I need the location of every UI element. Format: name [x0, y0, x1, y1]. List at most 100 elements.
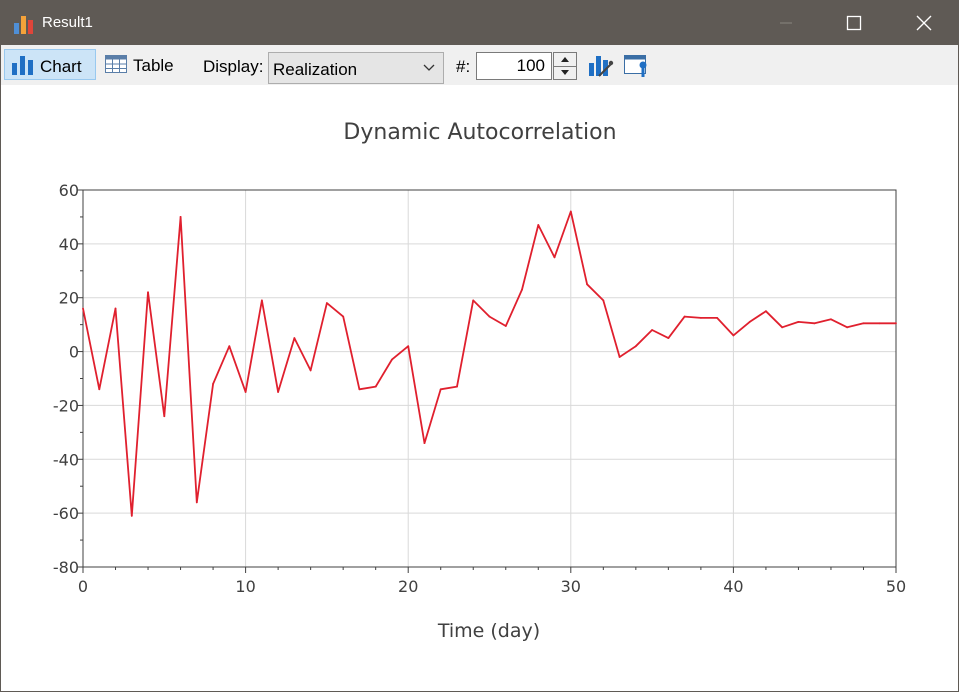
data-point [618, 356, 621, 358]
y-tick-label: -20 [53, 396, 79, 415]
display-label: Display: [203, 57, 264, 76]
data-point [813, 322, 816, 325]
data-point [82, 307, 84, 310]
maximize-icon [846, 15, 862, 31]
data-point [244, 391, 247, 393]
data-point [878, 322, 881, 325]
data-point [228, 345, 231, 348]
data-point [439, 388, 442, 391]
data-point [797, 321, 800, 323]
x-tick-label: 30 [561, 577, 581, 596]
data-point [407, 345, 410, 348]
result-window: Result1 Chart Table Display: #: Realizat… [0, 0, 959, 692]
data-point [504, 325, 507, 327]
bar-chart-icon [14, 16, 33, 34]
data-point [586, 283, 588, 286]
table-icon [105, 55, 127, 73]
data-point [521, 288, 523, 291]
spin-up-icon [561, 57, 569, 62]
bar-chart-icon [12, 56, 33, 75]
data-point [895, 322, 897, 325]
chart-title: Dynamic Autocorrelation [343, 120, 616, 145]
maximize-button[interactable] [824, 1, 884, 45]
data-point [391, 358, 393, 361]
plot-frame [82, 189, 897, 568]
data-point [537, 224, 540, 226]
chart-ticks: 0 10 20 30 40 50 60 40 20 0 -20 -40 -60 -80 [53, 181, 906, 596]
data-point [553, 256, 556, 259]
data-point [651, 329, 653, 331]
spin-up-button[interactable] [554, 53, 576, 67]
y-tick-label: 60 [59, 181, 79, 200]
chevron-down-icon [423, 64, 435, 71]
data-point [748, 321, 751, 323]
data-point [488, 315, 491, 318]
data-point [260, 299, 263, 302]
data-point [423, 442, 426, 445]
chart-view-button[interactable]: Chart [4, 49, 96, 80]
y-tick-label: 20 [59, 289, 79, 308]
data-point [277, 391, 280, 393]
data-point [98, 388, 101, 391]
data-point [830, 318, 832, 321]
data-point [683, 315, 686, 318]
data-point [862, 322, 865, 325]
chart-grid [82, 189, 897, 568]
data-point [195, 501, 198, 504]
table-button-label: Table [133, 56, 174, 75]
data-point [293, 337, 296, 340]
realization-number-spinner[interactable] [553, 52, 577, 80]
chart-series [82, 210, 897, 517]
data-point [163, 415, 166, 418]
data-point [309, 369, 312, 372]
data-point [699, 317, 702, 319]
data-point [781, 326, 784, 329]
x-tick-label: 20 [398, 577, 418, 596]
minimize-icon [780, 22, 792, 24]
realization-number-input[interactable] [476, 52, 552, 80]
x-tick-label: 40 [723, 577, 743, 596]
data-point [342, 315, 345, 318]
x-axis-label: Time (day) [437, 620, 540, 642]
autocorrelation-chart: Dynamic Autocorrelation 0 10 20 30 40 50 60 40 2… [53, 120, 906, 642]
data-point [456, 385, 458, 388]
data-point [765, 310, 767, 313]
display-dropdown[interactable]: Realization [268, 52, 444, 84]
x-tick-label: 0 [78, 577, 88, 596]
y-tick-label: -60 [53, 504, 79, 523]
chart-button-label: Chart [40, 57, 82, 76]
y-tick-label: 40 [59, 235, 79, 254]
data-point [569, 210, 572, 213]
close-button[interactable] [894, 1, 954, 45]
y-tick-label: -40 [53, 450, 79, 469]
window-properties-icon[interactable] [622, 51, 650, 79]
realization-number-label: #: [456, 57, 471, 76]
data-point [716, 317, 719, 319]
data-point [846, 326, 849, 329]
data-point [374, 385, 377, 388]
x-tick-label: 50 [886, 577, 906, 596]
title-bar[interactable]: Result1 [1, 1, 958, 45]
close-icon [916, 15, 932, 31]
spin-down-button[interactable] [554, 66, 576, 79]
chart-area: Dynamic Autocorrelation 0 10 20 30 40 50 60 40 2… [1, 85, 958, 691]
data-point [634, 345, 637, 348]
data-point [326, 302, 328, 304]
data-point [147, 291, 149, 294]
data-point [732, 334, 735, 337]
data-point [212, 382, 214, 385]
data-point [472, 299, 475, 302]
minimize-button[interactable] [756, 1, 816, 45]
spin-down-icon [561, 70, 569, 75]
table-view-button[interactable]: Table [101, 49, 181, 80]
series-line [82, 210, 896, 517]
data-point [667, 337, 670, 340]
data-point [602, 299, 605, 302]
data-point [130, 514, 133, 517]
chart-properties-icon[interactable] [586, 51, 614, 79]
window-title: Result1 [42, 14, 93, 31]
data-point [114, 307, 117, 310]
display-dropdown-value: Realization [273, 60, 358, 79]
x-tick-label: 10 [235, 577, 255, 596]
y-tick-label: -80 [53, 558, 79, 577]
